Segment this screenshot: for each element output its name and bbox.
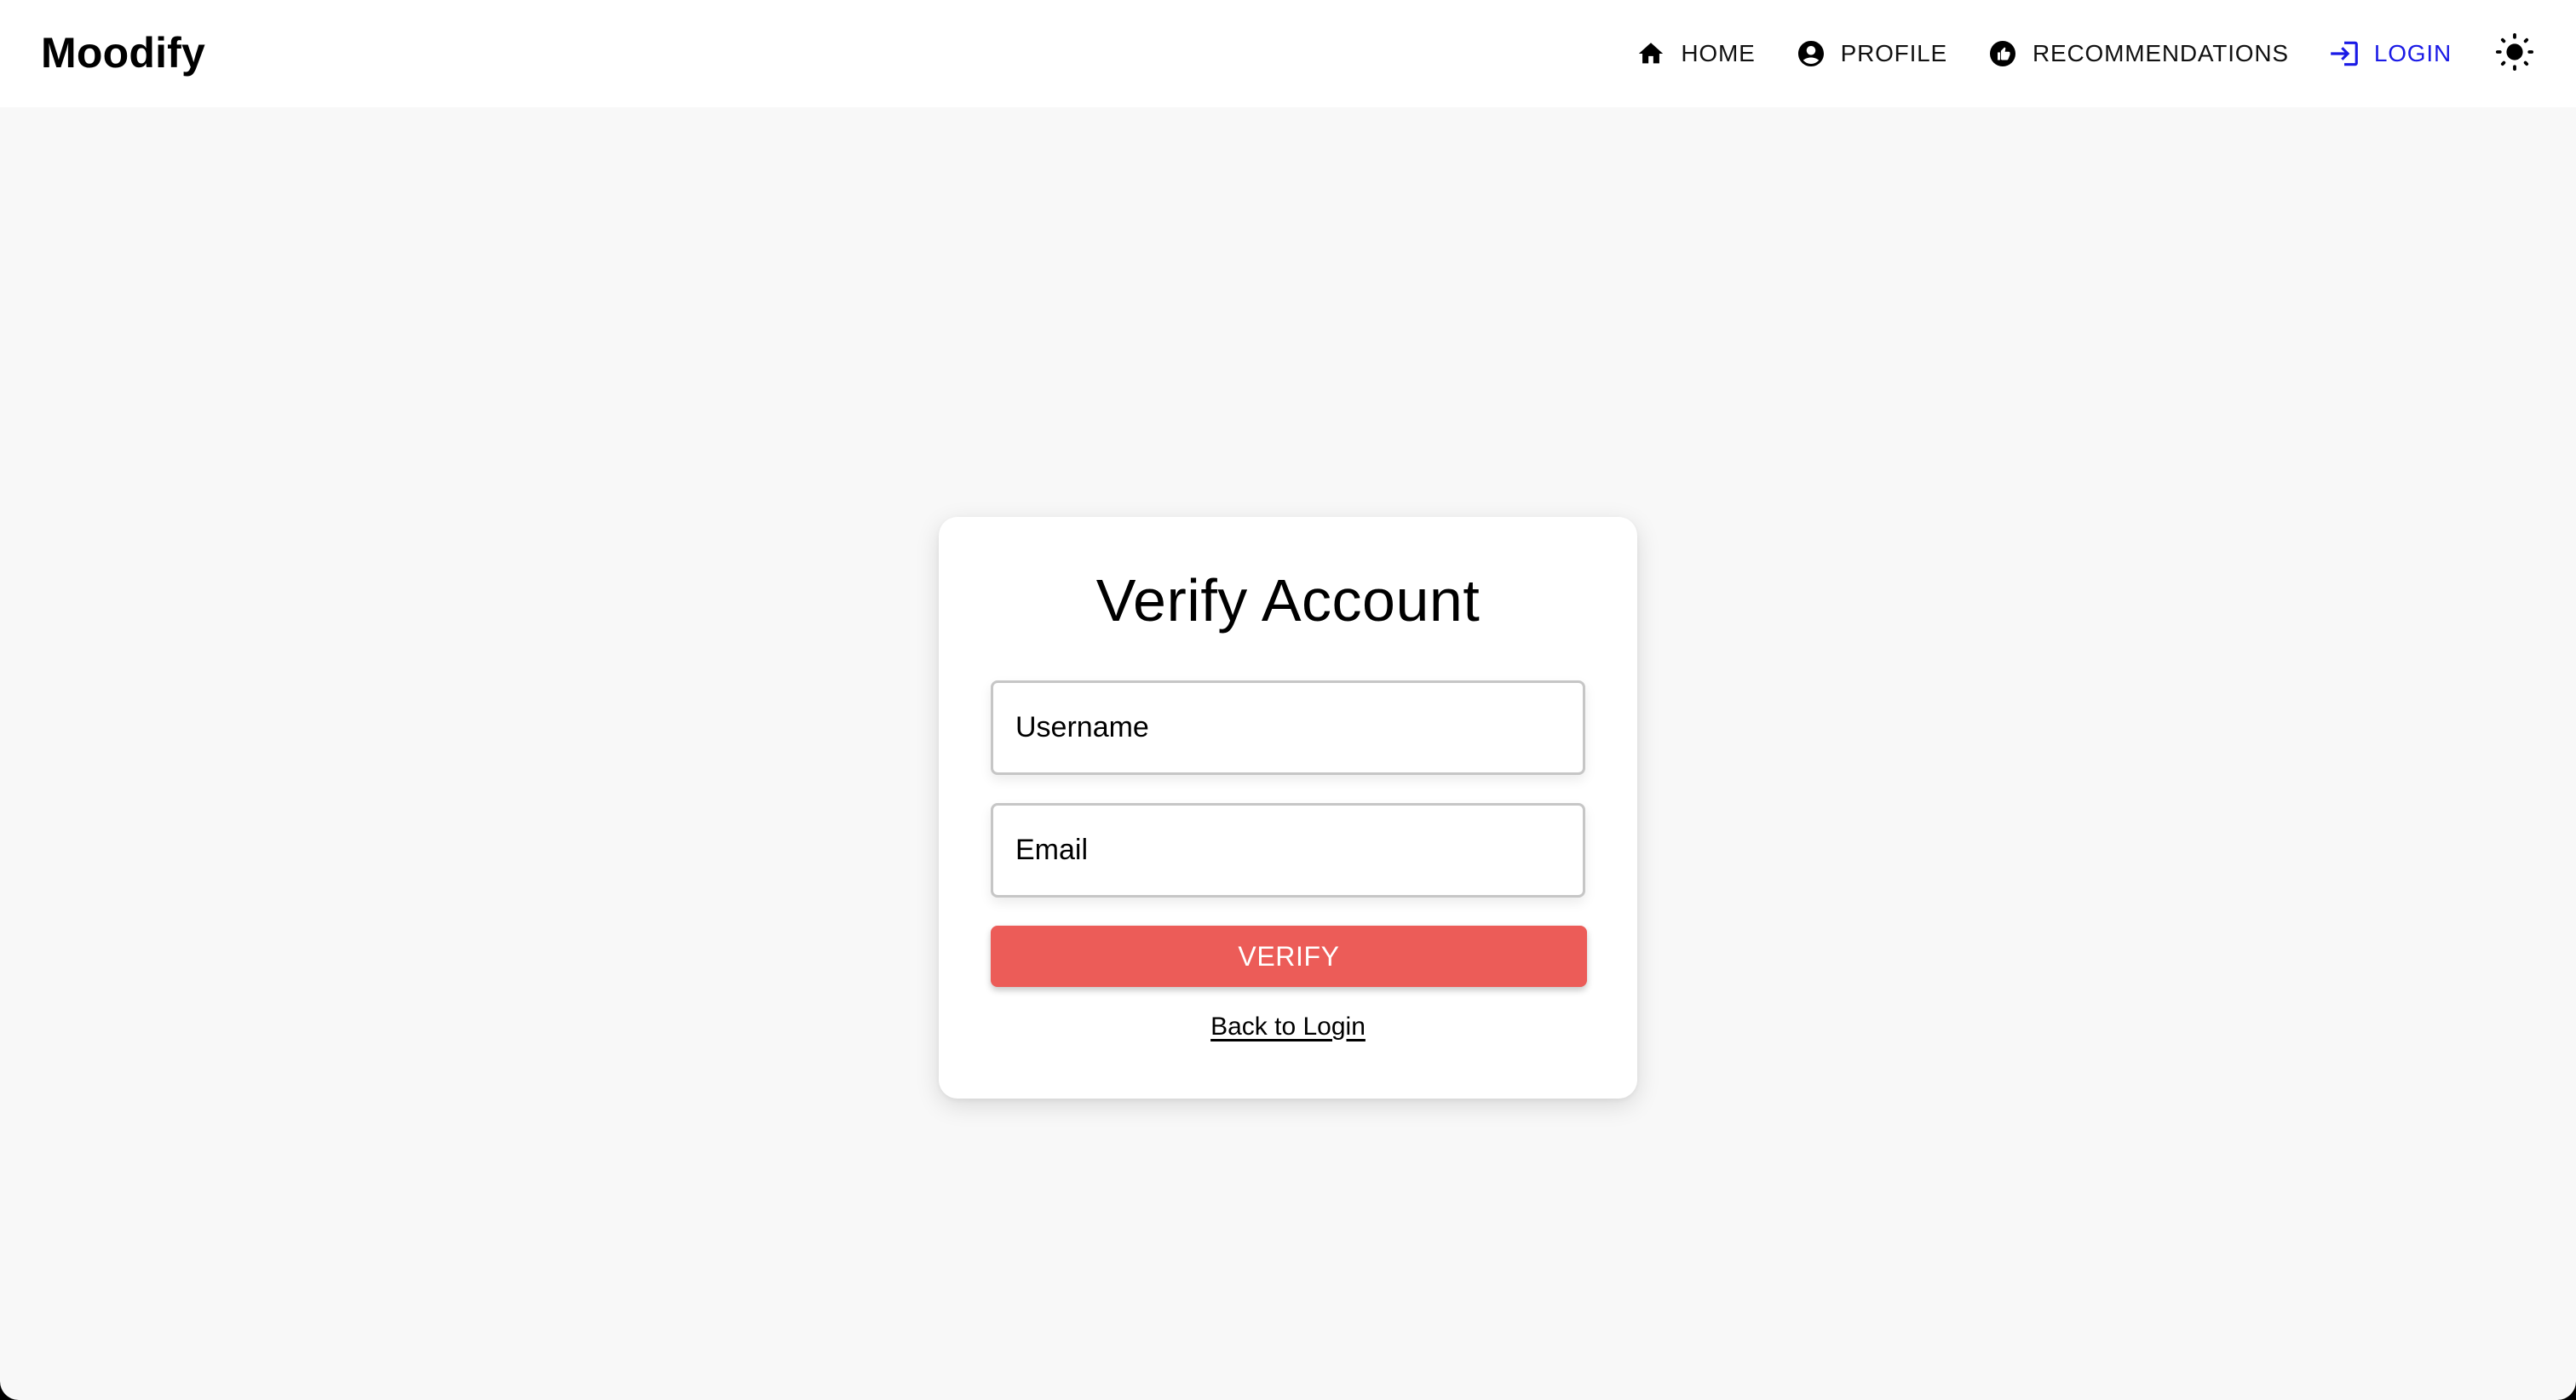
nav-item-label: HOME <box>1681 40 1756 66</box>
email-input[interactable] <box>991 803 1585 898</box>
nav-item-label: PROFILE <box>1840 40 1948 66</box>
sun-icon <box>2495 32 2534 76</box>
nav-item-label: RECOMMENDATIONS <box>2033 40 2289 66</box>
app-logo[interactable]: Moodify <box>41 28 205 77</box>
main-nav: HOME PROFILE RECOMMENDATIONS LOGIN <box>1596 0 2535 107</box>
login-icon <box>2328 37 2360 70</box>
app-bar: Moodify HOME PROFILE RECOMMENDATIONS LOG… <box>0 0 2576 107</box>
nav-item-profile[interactable]: PROFILE <box>1795 37 1947 70</box>
page: Moodify HOME PROFILE RECOMMENDATIONS LOG… <box>0 0 2576 1400</box>
verify-button[interactable]: VERIFY <box>991 926 1587 987</box>
home-icon <box>1635 37 1667 70</box>
page-title: Verify Account <box>1095 567 1481 634</box>
nav-item-login[interactable]: LOGIN <box>2328 37 2452 70</box>
back-to-login-link[interactable]: Back to Login <box>939 1013 1637 1041</box>
theme-toggle-button[interactable] <box>2494 32 2535 76</box>
username-input[interactable] <box>991 680 1585 775</box>
account-circle-icon <box>1795 37 1827 70</box>
nav-item-home[interactable]: HOME <box>1635 37 1755 70</box>
thumb-up-icon <box>1987 37 2019 70</box>
nav-item-label: LOGIN <box>2373 40 2452 66</box>
nav-item-recommendations[interactable]: RECOMMENDATIONS <box>1987 37 2289 70</box>
verify-account-card: Verify Account VERIFY Back to Login <box>939 517 1637 1099</box>
